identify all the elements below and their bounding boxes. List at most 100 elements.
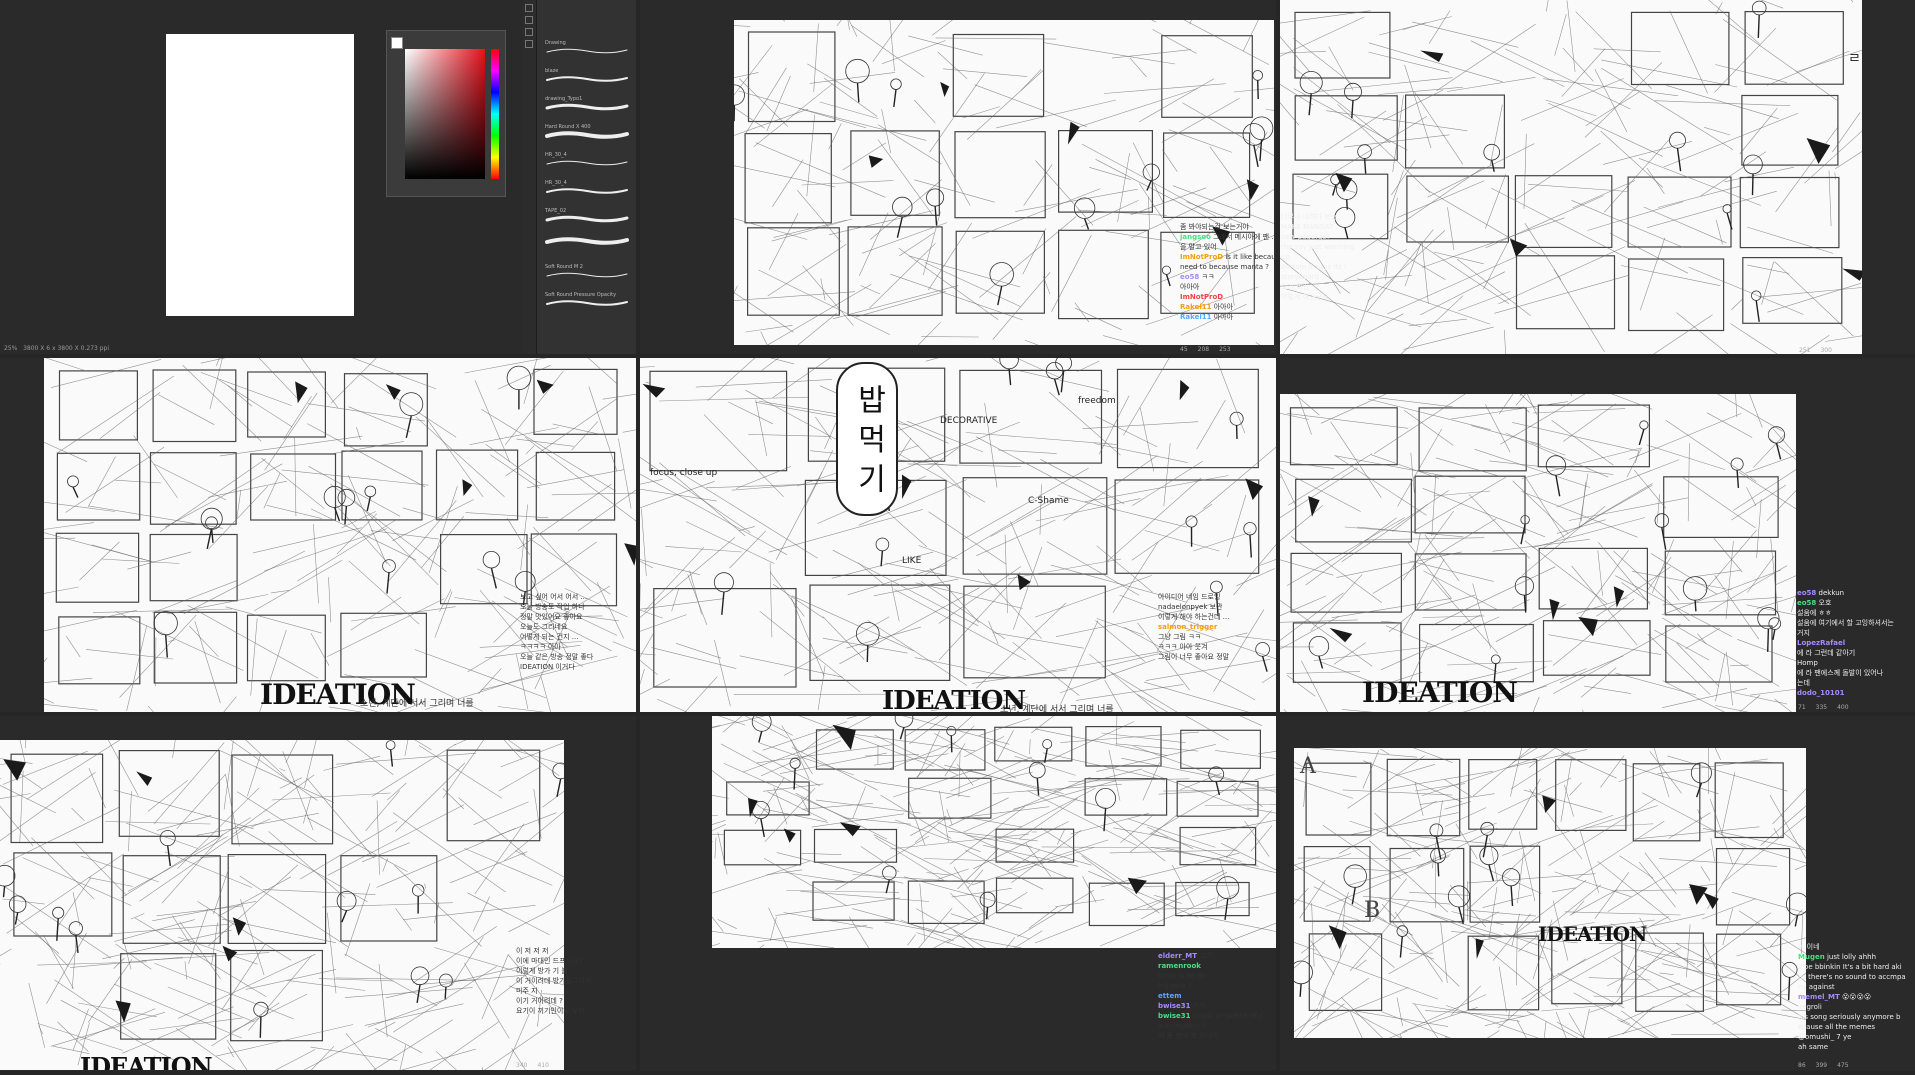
tool-strip — [522, 0, 536, 354]
chat-text: 이렇게 해야 하는건데 ... — [1158, 613, 1230, 621]
color-picker-panel[interactable] — [386, 30, 506, 197]
chat-username[interactable]: ettem — [1158, 992, 1181, 1000]
chat-text: up — [1281, 253, 1290, 261]
chat-message: 설움에 ㅎㅎ — [1797, 608, 1915, 618]
frame-sketch-6: IDEATION 이 저 저 저 이에 마대인 드프시요? 이렇게 방가 기 볼이 거… — [0, 716, 636, 1071]
chat-username[interactable]: eo58 — [1797, 589, 1816, 597]
chat-username[interactable]: ImNotProD — [1180, 253, 1223, 261]
chat-text: is it like because — [1225, 253, 1276, 261]
chat-username[interactable]: bwise31 — [1158, 1002, 1191, 1010]
chat-username[interactable]: memel_MT — [1798, 993, 1840, 1001]
chat-message: 이 저 저 저 — [516, 946, 634, 956]
chat-message: jangsoo 그래서 메시아에 팬 ... — [1180, 232, 1276, 242]
chat-text: 그림이 너무 좋아요 정말 — [1158, 653, 1230, 661]
brush-stroke-preview — [546, 300, 628, 306]
eraser-tool-icon[interactable] — [525, 16, 533, 24]
viewer-count: 335 — [1815, 704, 1828, 711]
chat-text: 는데 — [1797, 679, 1810, 687]
chat-username[interactable]: eo58 — [1180, 273, 1199, 281]
brush-preset[interactable]: Soft Round M 2 — [545, 264, 629, 280]
chat-text: 설움에 ㅎㅎ — [1797, 609, 1832, 617]
chat-text: ing now ? — [1158, 982, 1192, 990]
pencil-sketch — [712, 716, 1276, 948]
brush-preset[interactable]: Soft Round Pressure Opacity — [545, 292, 629, 308]
viewer-count: 251 — [1799, 347, 1811, 354]
chat-message: ramenrook — [1158, 961, 1276, 971]
chat-message: 설움에 여기에서 할 고잉하셔서는 — [1797, 618, 1915, 628]
chat-message: the say just warming — [1281, 242, 1399, 252]
chat-username[interactable]: jangsoo — [1180, 233, 1211, 241]
chat-username[interactable]: dodo_10101 — [1797, 689, 1845, 697]
storyboard-canvas[interactable]: IDEATION A B — [1294, 748, 1806, 1038]
chat-username[interactable]: LopezRafael — [1797, 639, 1845, 647]
chat-text: 아아아 — [1213, 313, 1234, 321]
chat-username[interactable]: salmon_trigger — [1158, 623, 1217, 631]
viewer-count: 400 — [1837, 704, 1849, 711]
chat-text: 그냥 그림 ㅋㅋ — [1158, 633, 1202, 641]
chat-message: 그냥 그림 ㅋㅋ — [1158, 632, 1276, 642]
chat-username[interactable]: ramenrook — [1158, 962, 1201, 970]
storyboard-canvas[interactable]: IDEATION소년, 계단에 서서 그리며 너를 — [712, 716, 1276, 948]
chat-text: ㅋㅋㅋㅋ 아아 — [520, 643, 561, 651]
chat-text: ㅋㅋㅋ 아아 웃겨 — [1158, 643, 1208, 651]
chat-text: 오늘 방송도 작업 하나 — [520, 603, 585, 611]
chat-username[interactable]: Rakel11 — [1180, 303, 1211, 311]
chat-message: 이기 거이려데 ? — [516, 996, 634, 1006]
lasso-tool-icon[interactable] — [525, 28, 533, 36]
color-field[interactable] — [405, 49, 485, 179]
chat-text: MAKE MANGA? — [1281, 223, 1334, 231]
viewer-stats-bar: 45 208 253 — [1180, 346, 1241, 354]
brush-preset[interactable] — [545, 236, 629, 246]
frame-sketch-7: IDEATION소년, 계단에 서서 그리며 너를elderr_MT 고기ram… — [640, 716, 1276, 1071]
chat-message: IDEATION 이거다 — [520, 662, 636, 672]
blank-document-canvas[interactable] — [166, 34, 354, 316]
zoom-tool-icon[interactable] — [525, 40, 533, 48]
chat-message: s be bbinkin It's a bit hard aki — [1798, 962, 1915, 972]
margin-note: ㄹ? — [1848, 51, 1862, 67]
chat-message: Rakel11 아아아 — [1180, 302, 1276, 312]
chat-username[interactable]: elderr_MT — [1158, 952, 1197, 960]
chat-message: 매 폼 팬에 포 하사이 — [1158, 1031, 1276, 1041]
pencil-sketch — [0, 740, 564, 1070]
chat-message: bwise31 comic or sketch of s — [1158, 1011, 1276, 1021]
panel-letter: B — [1364, 898, 1380, 923]
chat-text: 아이디어 네임 드로잉 — [1158, 593, 1221, 601]
chat-message: 이렇게 해야 하는건데 ... — [1158, 612, 1276, 622]
foreground-swatch[interactable] — [391, 37, 403, 49]
chat-username[interactable]: eo58 — [1797, 599, 1816, 607]
chat-message: a animation ? — [1158, 1021, 1276, 1031]
hue-slider[interactable] — [491, 49, 499, 179]
brush-preset[interactable]: Hard Round X 400 — [545, 124, 629, 140]
brush-tool-icon[interactable] — [525, 4, 533, 12]
frame-sketch-1: 좀 봐야되는걸 보는거야 jangsoo 그래서 메시아에 팬 ... 을 말고 있… — [640, 0, 1276, 354]
chat-message: 정말 맛있어요 좋아요 — [520, 612, 636, 622]
chat-message: memel_MT 😮😮😮😮 — [1798, 992, 1915, 1002]
chat-message: 에 라 팬에스께 돌발이 있어나 — [1797, 668, 1915, 678]
frame-sketch-5: IDEATION eo58 dekkun eo58 오호 설움에 ㅎㅎ 설움에 여기에서… — [1280, 358, 1915, 712]
brush-panel: Drawing blaze drawing_Typo1 Hard Round X 40… — [536, 0, 636, 354]
chat-username[interactable]: Rakel11 — [1180, 313, 1211, 321]
chat-message: 이 이네 — [1798, 942, 1915, 952]
brush-preset[interactable]: TAPE_02 — [545, 208, 629, 224]
brush-preset[interactable]: blaze — [545, 68, 629, 84]
document-dimensions: 3800 X 6 x 3800 X 0.273 ppi — [23, 345, 110, 352]
chat-username[interactable]: Mugen — [1798, 953, 1825, 961]
chat-text: bottom it says its i — [1281, 263, 1346, 271]
chat-text: 매 폼 팬에 포 하사이 — [1158, 1032, 1219, 1040]
chat-message: 이 거이려데 방가들그려서 — [516, 976, 634, 986]
viewer-count: 410 — [537, 1062, 549, 1069]
brush-stroke-preview — [545, 237, 629, 245]
brush-preset[interactable]: Drawing — [545, 40, 629, 56]
brush-preset[interactable]: HR_30_4 — [545, 180, 629, 196]
sketch-label: DECORATIVE — [940, 416, 998, 426]
brush-preset[interactable]: HR_30_4 — [545, 152, 629, 168]
chat-text: 아아아 — [1213, 303, 1234, 311]
chat-username[interactable]: ImNotProD — [1180, 293, 1223, 301]
storyboard-canvas[interactable]: IDEATION — [0, 740, 564, 1070]
chat-username[interactable]: bwise31 — [1158, 1012, 1191, 1020]
panel-letter: A — [1300, 754, 1316, 779]
brush-preset[interactable]: drawing_Typo1 — [545, 96, 629, 112]
stream-chat: 보고 싶어 어서 어서 ... 오늘 방송도 작업 하나 정말 맛있어요 좋아요 오늘… — [520, 592, 636, 672]
storyboard-canvas[interactable]: IDEATION — [1280, 394, 1796, 712]
pencil-sketch — [1294, 748, 1806, 1038]
